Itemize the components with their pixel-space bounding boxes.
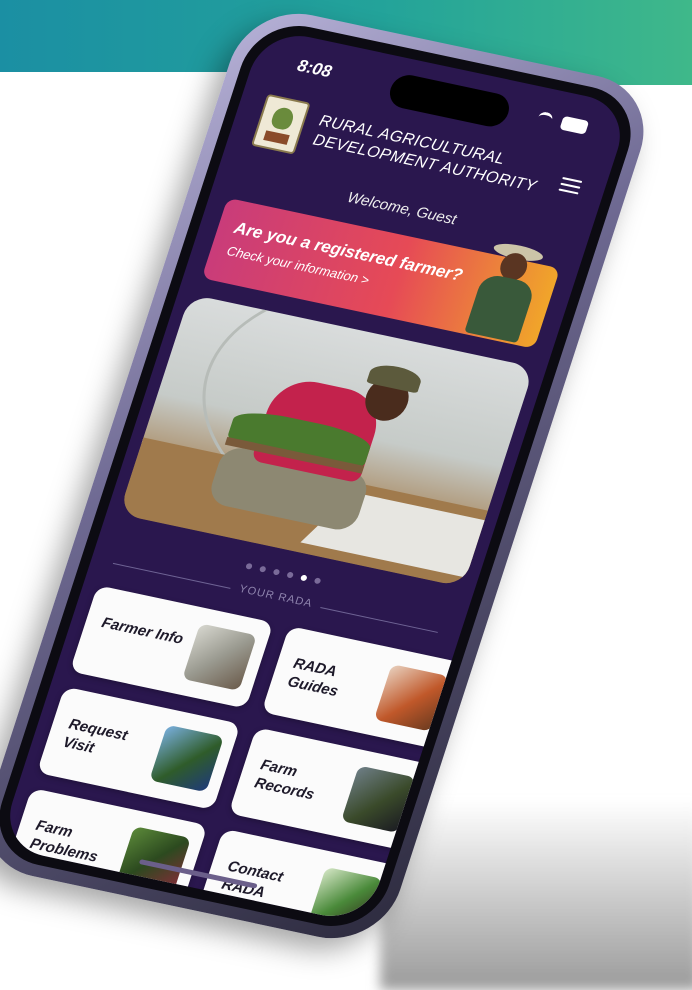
farm-records-tile[interactable]: Farm Records [228,727,433,851]
carousel-dot[interactable] [299,574,308,582]
request-visit-thumbnail [149,724,224,793]
carousel-dot[interactable] [286,571,295,579]
tile-label: Request Visit [60,715,130,757]
rada-logo[interactable] [250,93,311,155]
farm-records-thumbnail [340,765,416,833]
farm-problems-tile[interactable]: Farm Problems [3,787,208,912]
tile-label: RADA Guides [285,655,341,701]
request-visit-tile[interactable]: Request Visit [36,686,241,811]
farmer-photo [456,238,554,344]
tile-label: Contact RADA [219,857,286,902]
carousel-dot[interactable] [245,562,253,570]
farm-problems-thumbnail [116,826,192,894]
app-screen: 8:08 RURAL AGRICULTURAL DEVELOPMENT AUTH… [0,27,632,925]
tile-label: Farm Records [252,756,317,804]
carousel-dot[interactable] [272,568,281,576]
contact-rada-thumbnail [308,866,383,925]
carousel-dot[interactable] [258,565,267,573]
phone-mockup: 8:08 RURAL AGRICULTURAL DEVELOPMENT AUTH… [0,2,680,976]
farmer-info-tile[interactable]: Farmer Info [69,585,274,709]
farmer-info-thumbnail [182,623,257,691]
tile-label: Farmer Info [99,614,186,648]
tile-label: Farm Problems [27,817,100,866]
rada-guides-tile[interactable]: RADA Guides [261,625,466,750]
rada-guides-thumbnail [373,664,449,732]
dynamic-island [385,72,514,130]
phone-bezel: 8:08 RURAL AGRICULTURAL DEVELOPMENT AUTH… [0,15,645,937]
status-time: 8:08 [295,55,335,82]
phone-frame: 8:08 RURAL AGRICULTURAL DEVELOPMENT AUTH… [0,2,661,950]
wifi-icon [536,111,555,127]
status-icons [536,109,590,135]
battery-icon [559,115,590,135]
carousel-dot[interactable] [313,577,322,585]
